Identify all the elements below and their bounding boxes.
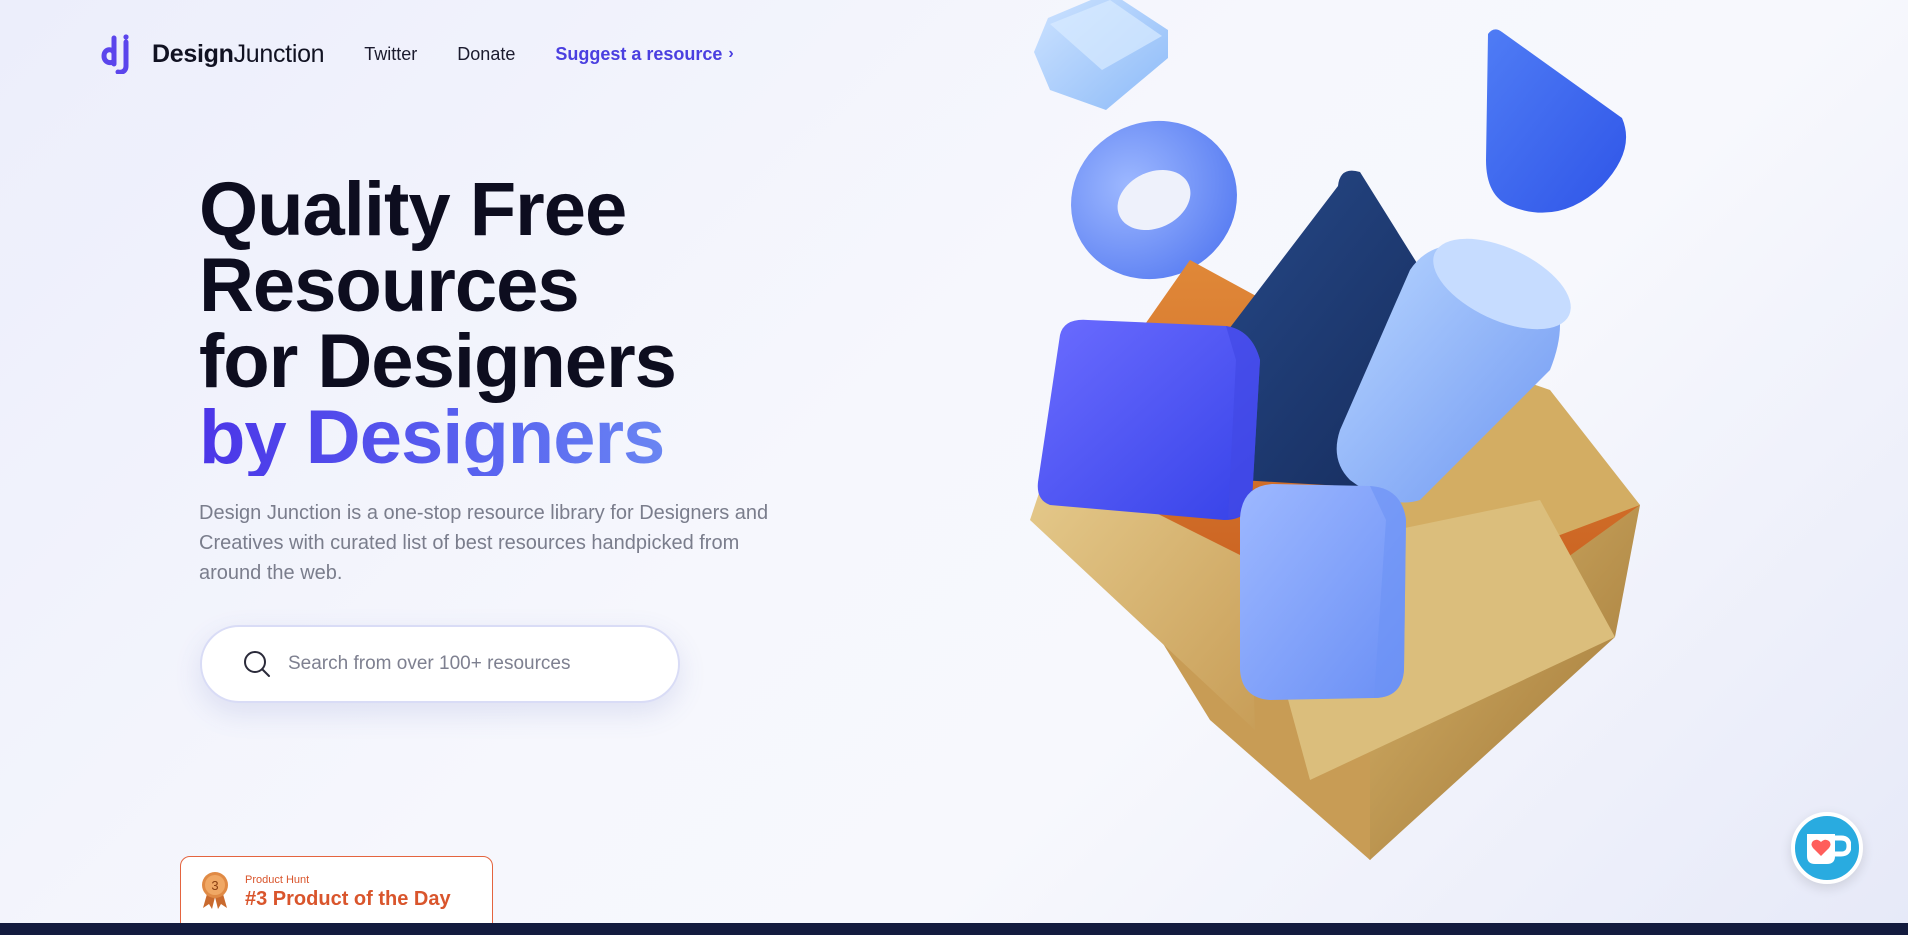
suggest-resource-link[interactable]: Suggest a resource ›	[555, 44, 733, 65]
product-hunt-rank: #3 Product of the Day	[245, 887, 451, 910]
hero-heading-line-4: by Designers	[199, 400, 819, 476]
kofi-support-button[interactable]	[1791, 812, 1863, 884]
brand-name: DesignJunction	[152, 39, 325, 68]
product-hunt-text: Product Hunt #3 Product of the Day	[245, 874, 451, 911]
floating-cube-icon	[1034, 0, 1168, 110]
hero-heading-line-2: Resources	[199, 243, 580, 328]
hero-heading-line-1: Quality Free	[199, 167, 627, 252]
blue-cube-icon	[1037, 319, 1260, 520]
nav-link-twitter[interactable]: Twitter	[364, 44, 417, 65]
product-hunt-label: Product Hunt	[245, 873, 310, 886]
logo-link[interactable]: DesignJunction	[100, 34, 325, 74]
hero-heading: Quality Free Resources for Designers by …	[199, 172, 819, 476]
top-navigation: DesignJunction Twitter Donate Suggest a …	[100, 34, 774, 74]
nav-links: Twitter Donate Suggest a resource ›	[364, 44, 773, 65]
search-input[interactable]	[288, 653, 668, 675]
kofi-cup-heart-icon	[1807, 834, 1851, 864]
footer-bar	[0, 923, 1908, 935]
logo-mark-icon	[101, 34, 129, 74]
search-icon	[244, 651, 270, 677]
nav-link-donate[interactable]: Donate	[457, 44, 515, 65]
hero-section: Quality Free Resources for Designers by …	[199, 172, 819, 588]
medal-number: 3	[211, 878, 218, 893]
floating-torus-icon	[1071, 120, 1237, 280]
chevron-right-icon: ›	[728, 45, 734, 62]
search-bar[interactable]	[200, 625, 680, 703]
hero-description: Design Junction is a one-stop resource l…	[199, 502, 769, 584]
hero-heading-line-3: for Designers	[199, 319, 677, 404]
floating-cone-icon	[1486, 29, 1627, 213]
medal-icon: 3	[202, 872, 228, 909]
front-cube-icon	[1240, 484, 1406, 700]
suggest-resource-label: Suggest a resource	[555, 43, 723, 64]
product-hunt-badge[interactable]: 3 Product Hunt #3 Product of the Day	[180, 856, 493, 928]
hero-illustration	[1030, 0, 1640, 860]
